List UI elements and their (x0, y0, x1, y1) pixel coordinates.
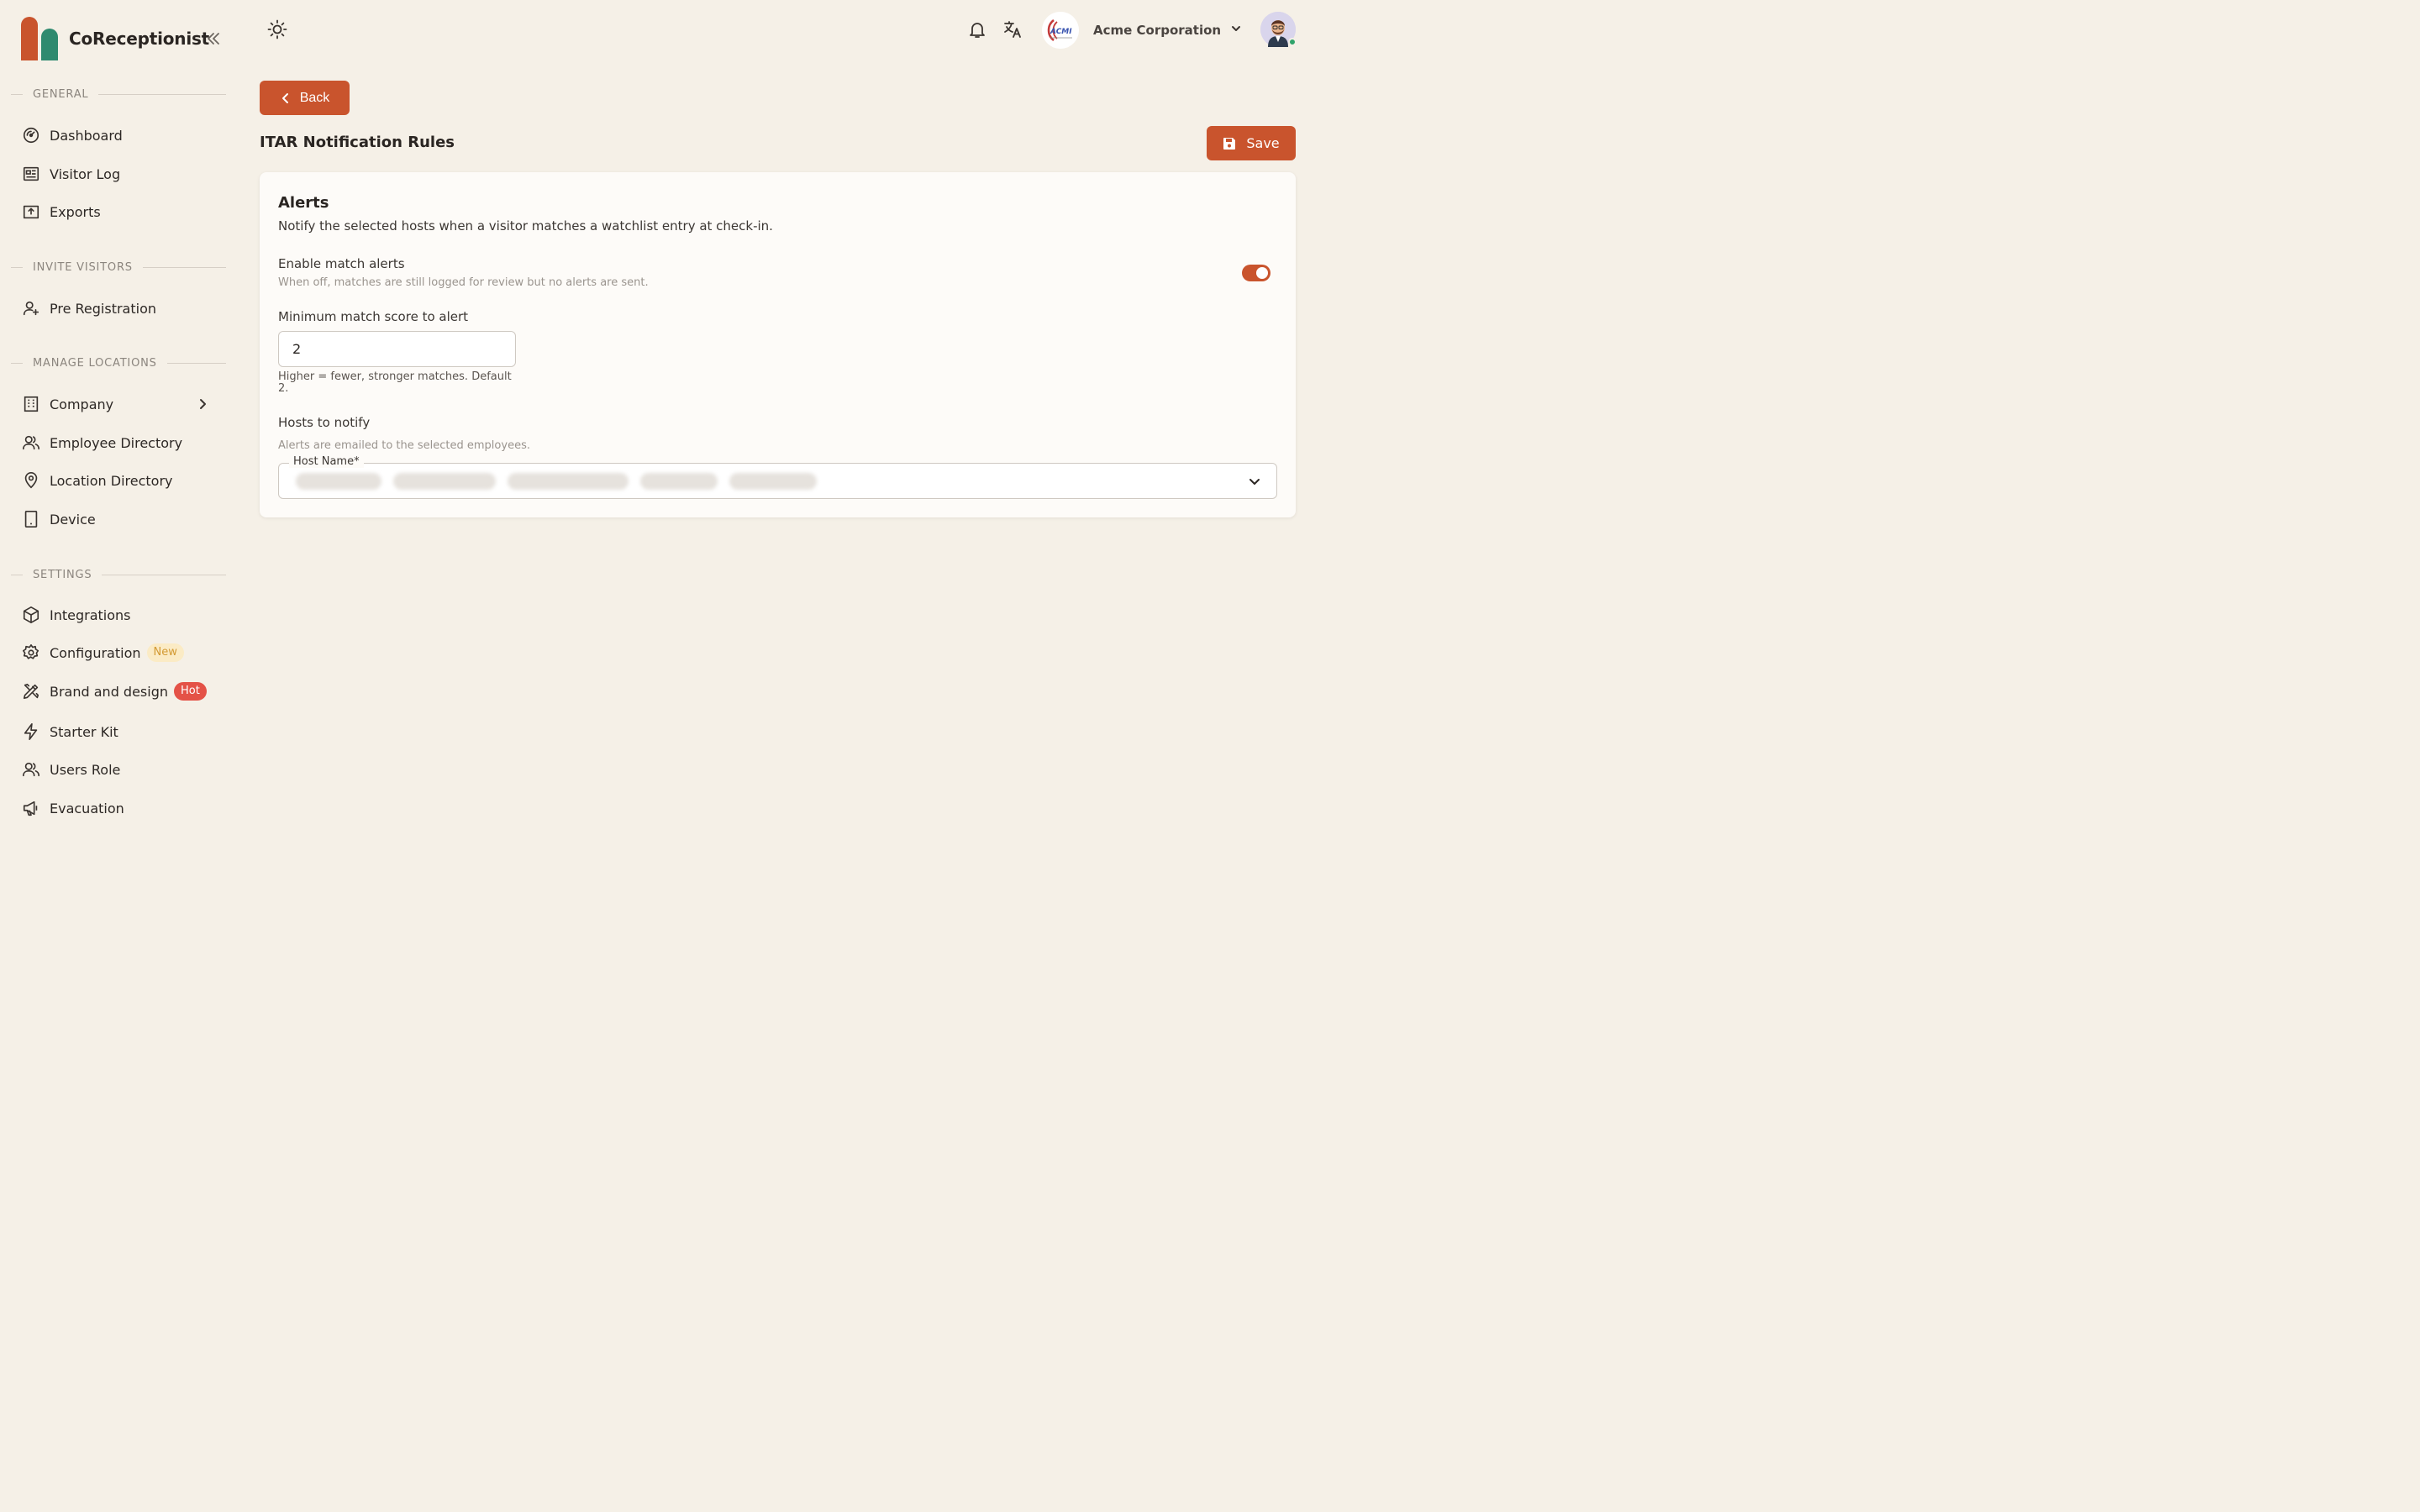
newspaper-icon (22, 165, 40, 183)
back-label: Back (299, 90, 330, 105)
sidebar-item-label: Users Role (50, 761, 121, 778)
org-name: Acme Corporation (1093, 23, 1222, 38)
export-icon (22, 202, 40, 221)
brand[interactable]: CoReceptionist (20, 17, 209, 60)
sidebar-item-label: Pre Registration (50, 300, 157, 317)
sidebar-item-label: Brand and design (50, 683, 169, 700)
sidebar-item-configuration[interactable]: Configuration New (22, 638, 217, 668)
floppy-disk-icon (1223, 137, 1236, 150)
sidebar-item-starter-kit[interactable]: Starter Kit (22, 717, 217, 747)
collapse-sidebar-icon[interactable] (205, 30, 222, 47)
sidebar-item-device[interactable]: Device (22, 504, 217, 534)
design-tools-icon (22, 682, 40, 701)
sidebar-item-label: Visitor Log (50, 165, 121, 182)
section-manage-locations: MANAGE LOCATIONS (11, 357, 226, 370)
sidebar-item-label: Starter Kit (50, 723, 118, 740)
tablet-icon (22, 510, 40, 528)
sidebar-item-location-directory[interactable]: Location Directory (22, 465, 217, 496)
users-icon (22, 433, 40, 452)
org-logo: ACMI (1042, 12, 1079, 49)
host-name-select[interactable]: Host Name* (278, 455, 1277, 499)
sidebar-item-evacuation[interactable]: Evacuation (22, 793, 217, 823)
hot-badge: Hot (174, 682, 207, 701)
sidebar-item-pre-registration[interactable]: Pre Registration (22, 293, 217, 323)
brand-logo (20, 17, 60, 60)
sidebar-item-employee-directory[interactable]: Employee Directory (22, 428, 217, 458)
chevron-down-icon (1230, 23, 1242, 34)
sidebar-item-integrations[interactable]: Integrations (22, 600, 217, 630)
gear-icon (22, 643, 40, 662)
sidebar-item-dashboard[interactable]: Dashboard (22, 120, 217, 150)
alerts-description: Notify the selected hosts when a visitor… (278, 218, 773, 234)
min-score-input[interactable] (278, 331, 516, 367)
users-icon (22, 760, 40, 779)
user-avatar[interactable] (1260, 12, 1297, 47)
host-chip[interactable] (296, 473, 381, 490)
user-plus-icon (22, 299, 40, 318)
host-chip[interactable] (640, 473, 718, 490)
section-general: GENERAL (11, 88, 226, 101)
min-score-label: Minimum match score to alert (278, 309, 469, 324)
host-name-label: Host Name* (289, 455, 364, 468)
page-title: ITAR Notification Rules (260, 134, 455, 151)
section-label: SETTINGS (33, 569, 92, 581)
alerts-card: Alerts Notify the selected hosts when a … (260, 172, 1296, 517)
sidebar-item-label: Device (50, 511, 96, 528)
megaphone-icon (22, 799, 40, 817)
alerts-title: Alerts (278, 194, 329, 212)
sidebar-item-label: Exports (50, 203, 101, 220)
chevron-right-icon (195, 396, 210, 412)
sidebar-item-label: Location Directory (50, 472, 173, 489)
sidebar-item-label: Dashboard (50, 127, 123, 144)
organization-switcher[interactable]: ACMI Acme Corporation (1042, 12, 1244, 49)
sidebar-item-label: Evacuation (50, 800, 124, 816)
chevron-down-icon (1248, 475, 1261, 488)
brand-name: CoReceptionist (69, 29, 210, 49)
hosts-help: Alerts are emailed to the selected emplo… (278, 439, 530, 452)
back-button[interactable]: Back (260, 81, 350, 115)
sidebar-item-label: Configuration (50, 644, 141, 661)
sidebar-item-brand-and-design[interactable]: Brand and design Hot (22, 676, 217, 706)
section-label: INVITE VISITORS (33, 261, 133, 274)
gauge-icon (22, 126, 40, 144)
host-chips (296, 473, 817, 490)
chevron-left-icon (280, 92, 292, 104)
section-label: GENERAL (33, 88, 89, 101)
sidebar-item-label: Company (50, 396, 114, 412)
section-invite-visitors: INVITE VISITORS (11, 261, 226, 274)
hexagon-icon (22, 606, 40, 624)
enable-alerts-label: Enable match alerts (278, 256, 405, 271)
enable-alerts-toggle[interactable] (1242, 265, 1270, 281)
host-chip[interactable] (393, 473, 496, 490)
bolt-icon (22, 722, 40, 741)
building-icon (22, 395, 40, 413)
sidebar-item-label: Integrations (50, 606, 131, 623)
sidebar-item-label: Employee Directory (50, 434, 183, 451)
section-settings: SETTINGS (11, 569, 226, 581)
online-status-dot (1288, 38, 1297, 46)
new-badge: New (146, 643, 184, 662)
sidebar-item-users-role[interactable]: Users Role (22, 754, 217, 785)
toggle-knob (1256, 267, 1268, 279)
save-button[interactable]: Save (1207, 126, 1296, 160)
save-label: Save (1246, 135, 1280, 151)
sidebar-item-visitor-log[interactable]: Visitor Log (22, 159, 217, 189)
org-logo-text: ACMI (1050, 28, 1072, 36)
sidebar-item-company[interactable]: Company (22, 389, 217, 419)
bell-icon[interactable] (967, 19, 987, 39)
section-label: MANAGE LOCATIONS (33, 357, 157, 370)
sidebar: CoReceptionist GENERAL Dashboard Visitor… (0, 0, 239, 823)
sun-icon[interactable] (267, 19, 287, 39)
min-score-help: Higher = fewer, stronger matches. Defaul… (278, 370, 512, 395)
host-chip[interactable] (729, 473, 817, 490)
translate-icon[interactable] (1002, 19, 1023, 39)
hosts-label: Hosts to notify (278, 415, 371, 430)
host-chip[interactable] (508, 473, 629, 490)
enable-alerts-help: When off, matches are still logged for r… (278, 276, 649, 289)
map-pin-icon (22, 471, 40, 490)
sidebar-item-exports[interactable]: Exports (22, 197, 217, 227)
